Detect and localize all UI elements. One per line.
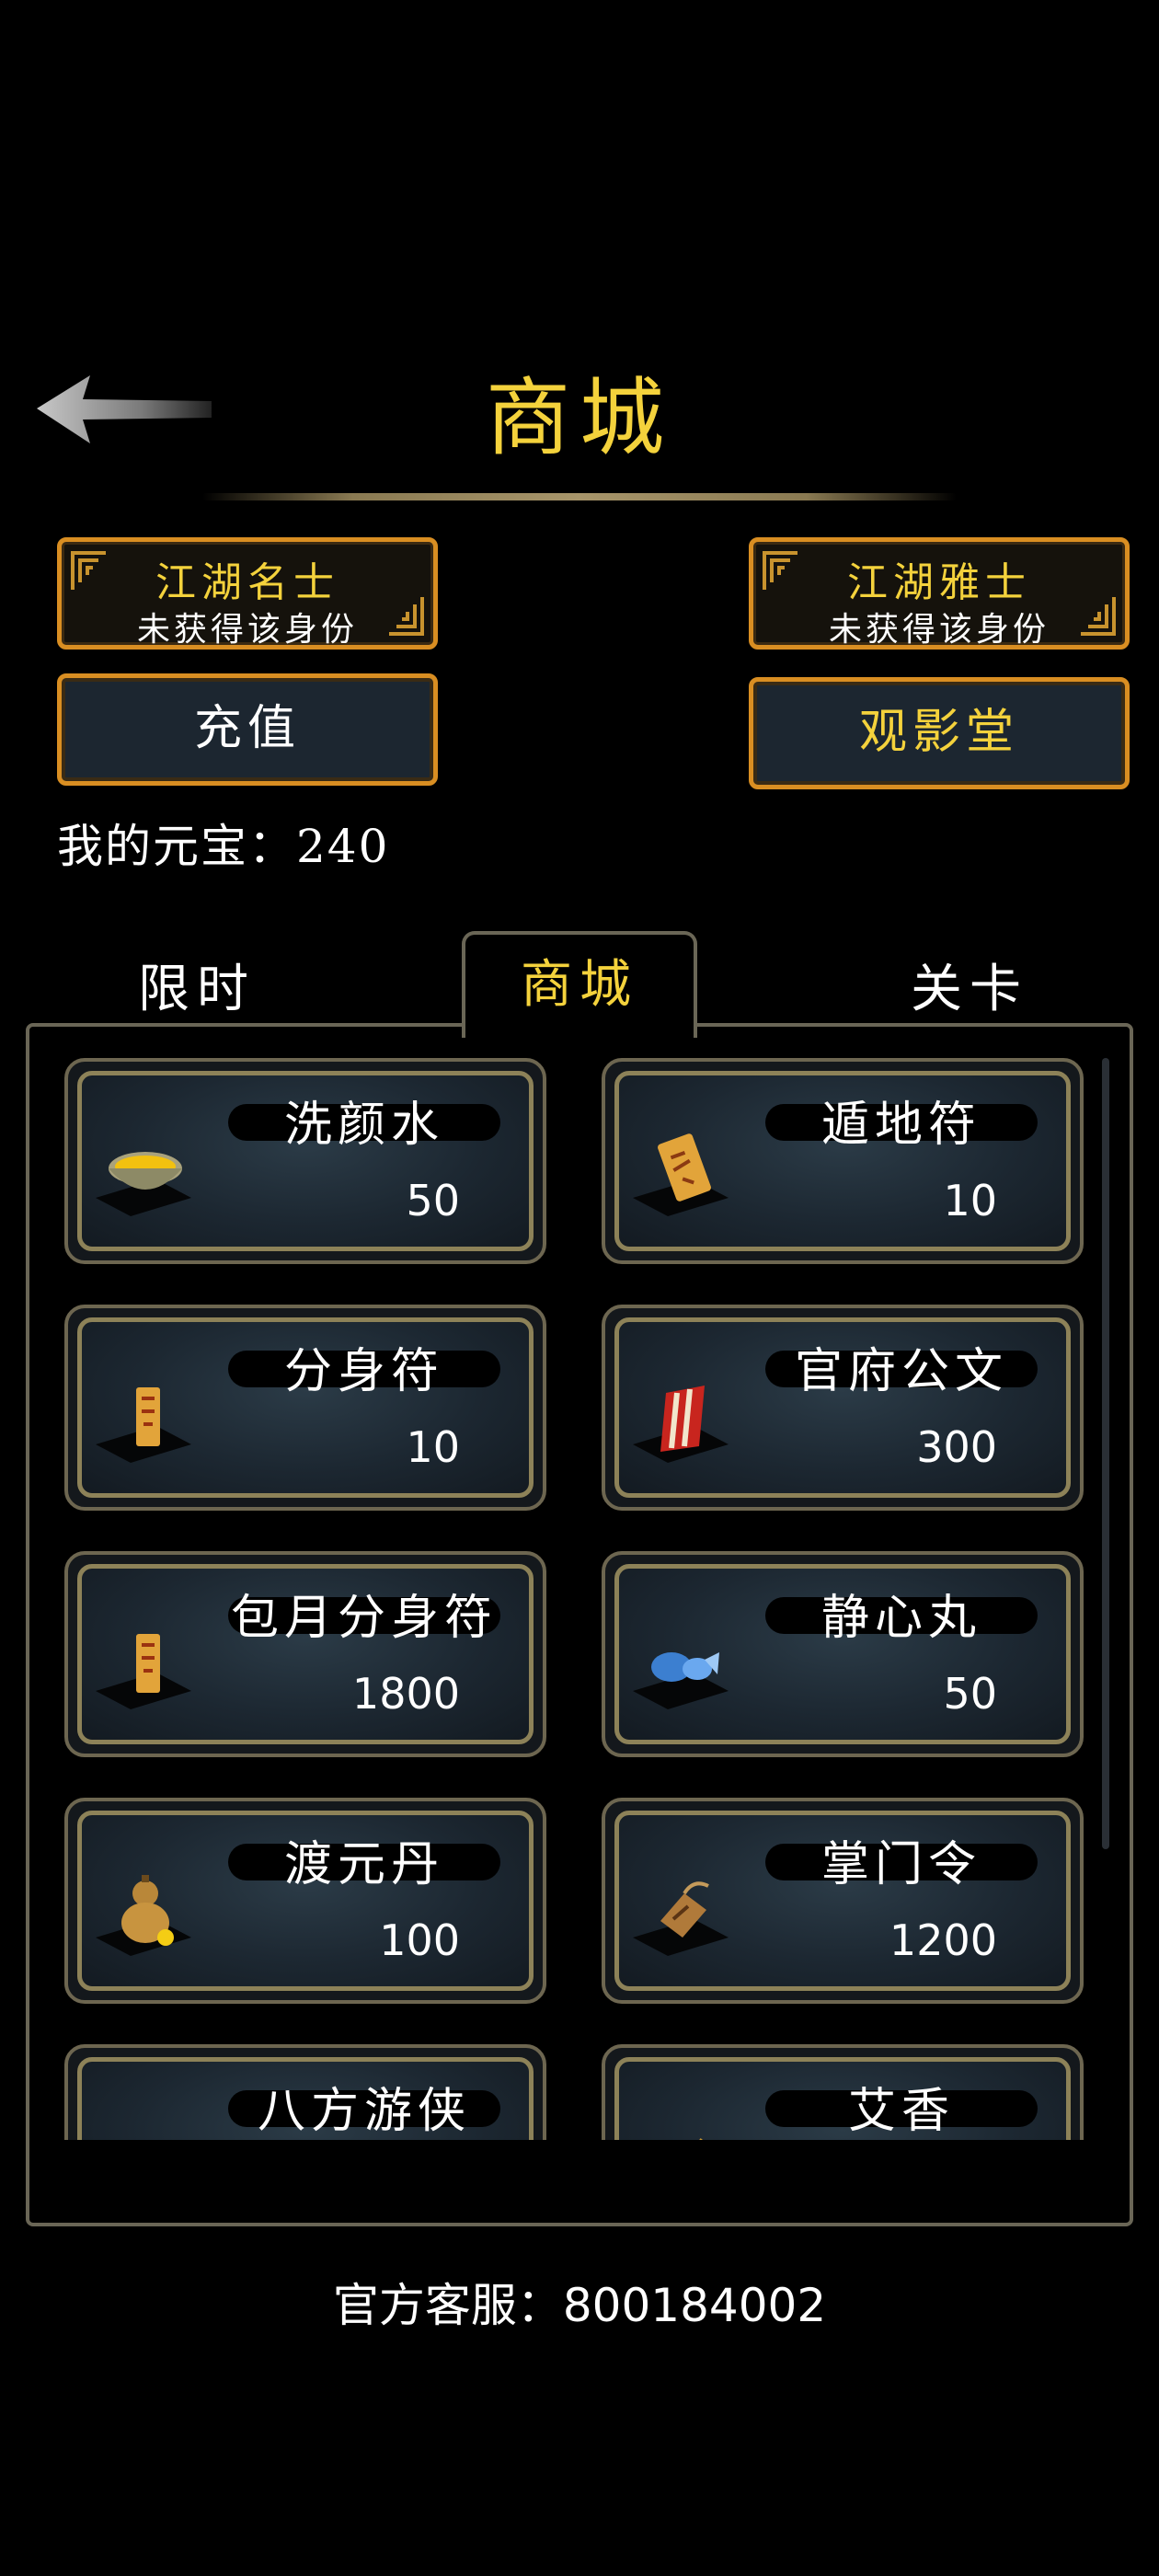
item-card[interactable]: 渡元丹 100 (64, 1798, 546, 2004)
scrollbar[interactable] (1102, 1058, 1109, 1849)
recharge-button[interactable]: 充值 (57, 673, 438, 786)
item-name: 遁地符 (820, 1098, 981, 1153)
token-icon (660, 1881, 709, 1938)
talisman-icon (136, 1387, 160, 1446)
item-name: 官府公文 (794, 1344, 1008, 1399)
item-card[interactable]: 遁地符 10 (602, 1058, 1084, 1264)
title-divider (202, 493, 957, 500)
item-price: 1800 (351, 1669, 460, 1719)
item-card[interactable]: 包月分身符 1800 (64, 1551, 546, 1757)
item-card[interactable]: 洗颜水 50 (64, 1058, 546, 1264)
item-name: 静心丸 (820, 1591, 981, 1646)
item-price: 10 (943, 1176, 997, 1225)
item-grid[interactable]: 洗颜水 50 遁地符 10 分身符 10 官府公文 300 包月分身符 1800… (55, 1058, 1085, 2140)
item-price: 50 (406, 1176, 460, 1225)
tab-levels[interactable]: 关卡 (911, 948, 1028, 1022)
customer-service: 官方客服：800184002 (332, 2279, 827, 2332)
item-card[interactable]: 官府公文 300 (602, 1305, 1084, 1511)
badge-status: 未获得该身份 (828, 611, 1050, 649)
item-price: 100 (379, 1915, 460, 1965)
ingot-balance: 我的元宝：240 (57, 820, 390, 873)
item-card[interactable]: 艾香 (602, 2044, 1084, 2140)
badge-name: 江湖名士 (155, 559, 339, 606)
charm-icon (101, 2112, 189, 2140)
item-name: 包月分身符 (230, 1591, 498, 1646)
badge-name: 江湖雅士 (847, 559, 1031, 606)
tab-limited[interactable]: 限时 (138, 948, 256, 1022)
item-card[interactable]: 八方游侠 (64, 2044, 546, 2140)
tab-shop[interactable]: 商城 (462, 931, 697, 1038)
item-price: 300 (916, 1422, 997, 1472)
item-name: 洗颜水 (283, 1098, 444, 1153)
document-icon (660, 1386, 705, 1452)
talisman-icon (658, 1133, 711, 1202)
badge-status: 未获得该身份 (136, 611, 358, 649)
item-card[interactable]: 分身符 10 (64, 1305, 546, 1511)
item-price: 10 (406, 1422, 460, 1472)
incense-icon (699, 2138, 703, 2140)
pill-icon (651, 1652, 719, 1682)
item-name: 八方游侠 (257, 2084, 471, 2139)
gourd-icon (121, 1875, 174, 1946)
item-name: 渡元丹 (283, 1837, 444, 1892)
rank-badge-mingshi[interactable]: 江湖名士 未获得该身份 (57, 537, 438, 650)
item-card[interactable]: 静心丸 50 (602, 1551, 1084, 1757)
cinema-button[interactable]: 观影堂 (749, 677, 1130, 789)
item-name: 掌门令 (820, 1837, 981, 1892)
item-price: 1200 (889, 1915, 997, 1965)
rank-badge-yashi[interactable]: 江湖雅士 未获得该身份 (749, 537, 1130, 650)
item-name: 艾香 (847, 2084, 955, 2139)
item-name: 分身符 (283, 1344, 444, 1399)
bowl-icon (109, 1152, 182, 1190)
talisman-icon (136, 1634, 160, 1693)
item-card[interactable]: 掌门令 1200 (602, 1798, 1084, 2004)
page-title: 商城 (485, 369, 673, 467)
item-price: 50 (943, 1669, 997, 1719)
